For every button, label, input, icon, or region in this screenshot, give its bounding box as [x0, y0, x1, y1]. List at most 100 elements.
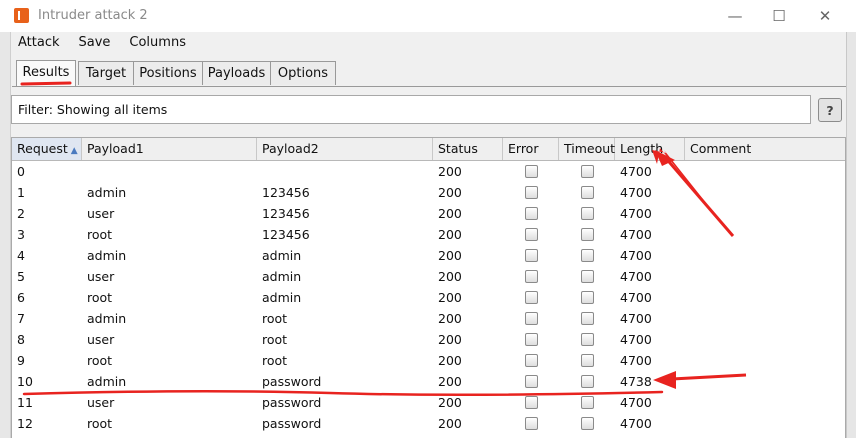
column-payload1[interactable]: Payload1: [82, 138, 257, 160]
column-comment[interactable]: Comment: [685, 138, 845, 160]
payload1-cell: admin: [87, 248, 127, 263]
payload2-cell: password: [262, 395, 322, 410]
table-row[interactable]: 12 root password 200 4700: [12, 413, 845, 434]
payload2-cell: admin: [262, 269, 302, 284]
payload2-cell: [257, 161, 433, 182]
request-cell: 11: [17, 395, 33, 410]
maximize-button[interactable]: ☐: [757, 4, 801, 28]
payload2-cell: root: [262, 332, 288, 347]
column-error[interactable]: Error: [503, 138, 559, 160]
timeout-checkbox: [581, 375, 594, 388]
title-bar: Intruder attack 2 — ☐ ✕: [0, 0, 856, 32]
table-row[interactable]: 11 user password 200 4700: [12, 392, 845, 413]
payload1-cell: admin: [87, 311, 127, 326]
payload1-cell: root: [87, 290, 113, 305]
table-row[interactable]: 0 200 4700: [12, 161, 845, 182]
timeout-checkbox: [581, 312, 594, 325]
tab-options[interactable]: Options: [270, 61, 336, 85]
error-checkbox: [525, 228, 538, 241]
comment-cell: [685, 245, 845, 266]
error-checkbox: [525, 207, 538, 220]
column-request[interactable]: Request ▲: [12, 138, 82, 160]
filter-bar[interactable]: Filter: Showing all items: [11, 95, 811, 124]
length-cell: 4700: [620, 311, 652, 326]
request-cell: 2: [17, 206, 25, 221]
sort-ascending-icon: ▲: [70, 146, 78, 156]
table-row[interactable]: 4 admin admin 200 4700: [12, 245, 845, 266]
payload1-cell: admin: [87, 185, 127, 200]
error-checkbox: [525, 312, 538, 325]
error-checkbox: [525, 333, 538, 346]
length-cell: 4700: [620, 290, 652, 305]
payload1-cell: user: [87, 395, 115, 410]
menu-attack[interactable]: Attack: [12, 35, 60, 50]
request-cell: 6: [17, 290, 25, 305]
help-icon[interactable]: ?: [818, 98, 842, 122]
menu-save[interactable]: Save: [73, 35, 111, 50]
table-row[interactable]: 7 admin root 200 4700: [12, 308, 845, 329]
error-checkbox: [525, 270, 538, 283]
status-cell: 200: [438, 185, 462, 200]
comment-cell: [685, 392, 845, 413]
status-cell: 200: [438, 311, 462, 326]
timeout-checkbox: [581, 396, 594, 409]
payload2-cell: 123456: [262, 227, 310, 242]
request-cell: 10: [17, 374, 33, 389]
timeout-checkbox: [581, 207, 594, 220]
status-cell: 200: [438, 227, 462, 242]
close-button[interactable]: ✕: [803, 4, 847, 28]
comment-cell: [685, 329, 845, 350]
table-row[interactable]: 9 root root 200 4700: [12, 350, 845, 371]
table-row[interactable]: 3 root 123456 200 4700: [12, 224, 845, 245]
tab-target[interactable]: Target: [78, 61, 134, 85]
timeout-checkbox: [581, 270, 594, 283]
payload2-cell: 123456: [262, 206, 310, 221]
payload1-cell: root: [87, 416, 113, 431]
payload1-cell: user: [87, 269, 115, 284]
timeout-checkbox: [581, 333, 594, 346]
length-cell: 4700: [620, 164, 652, 179]
status-cell: 200: [438, 206, 462, 221]
request-cell: 5: [17, 269, 25, 284]
comment-cell: [685, 287, 845, 308]
column-request-label: Request: [17, 141, 68, 156]
payload1-cell: admin: [87, 374, 127, 389]
payload2-cell: root: [262, 311, 288, 326]
error-checkbox: [525, 249, 538, 262]
column-status[interactable]: Status: [433, 138, 503, 160]
status-cell: 200: [438, 332, 462, 347]
payload1-cell: root: [87, 353, 113, 368]
timeout-checkbox: [581, 228, 594, 241]
table-row[interactable]: 6 root admin 200 4700: [12, 287, 845, 308]
timeout-checkbox: [581, 186, 594, 199]
menu-columns[interactable]: Columns: [123, 35, 186, 50]
column-payload2[interactable]: Payload2: [257, 138, 433, 160]
request-cell: 12: [17, 416, 33, 431]
length-cell: 4700: [620, 248, 652, 263]
error-checkbox: [525, 375, 538, 388]
table-row[interactable]: 5 user admin 200 4700: [12, 266, 845, 287]
payload1-cell: user: [87, 206, 115, 221]
tab-results[interactable]: Results: [16, 60, 76, 86]
tab-positions[interactable]: Positions: [133, 61, 203, 85]
menu-bar: Attack Save Columns: [12, 34, 195, 54]
table-row[interactable]: 2 user 123456 200 4700: [12, 203, 845, 224]
table-row[interactable]: 8 user root 200 4700: [12, 329, 845, 350]
column-timeout[interactable]: Timeout: [559, 138, 615, 160]
table-row[interactable]: 1 admin 123456 200 4700: [12, 182, 845, 203]
timeout-checkbox: [581, 291, 594, 304]
comment-cell: [685, 203, 845, 224]
payload2-cell: 123456: [262, 185, 310, 200]
status-cell: 200: [438, 416, 462, 431]
tab-payloads[interactable]: Payloads: [202, 61, 271, 85]
table-row[interactable]: 10 admin password 200 4738: [12, 371, 845, 392]
payload2-cell: password: [262, 416, 322, 431]
minimize-button[interactable]: —: [713, 4, 757, 28]
comment-cell: [685, 350, 845, 371]
payload2-cell: password: [262, 374, 322, 389]
request-cell: 1: [17, 185, 25, 200]
length-cell: 4700: [620, 269, 652, 284]
payload1-cell: root: [87, 227, 113, 242]
error-checkbox: [525, 354, 538, 367]
column-length[interactable]: Length: [615, 138, 685, 160]
